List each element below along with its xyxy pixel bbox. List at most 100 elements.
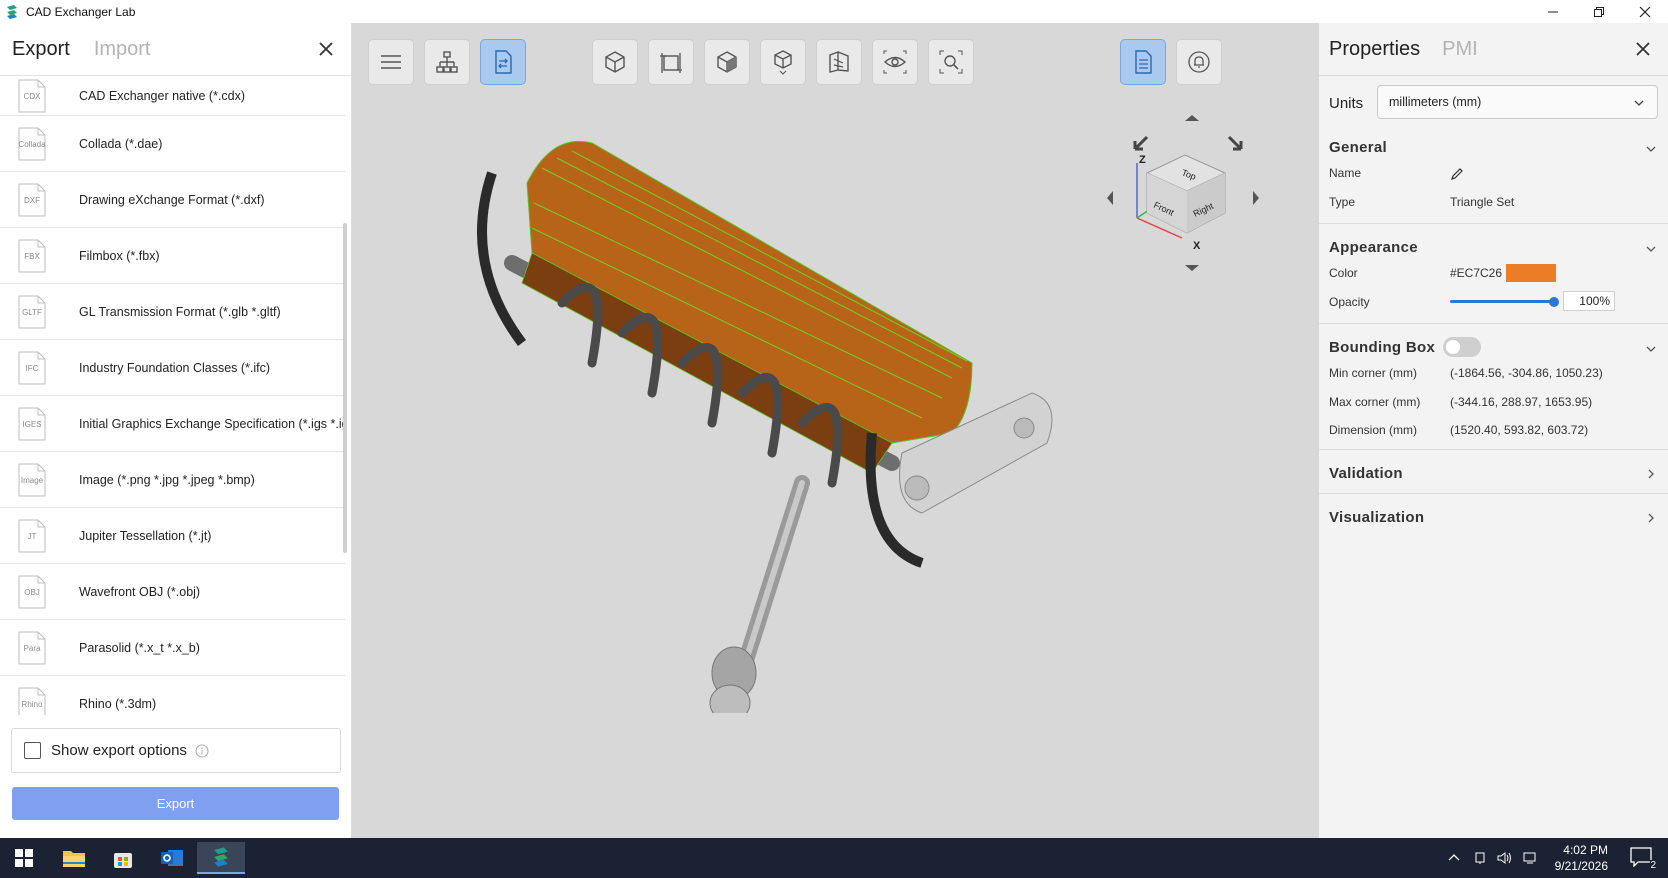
section-view-button[interactable] bbox=[648, 39, 694, 85]
export-file-icon bbox=[495, 50, 512, 74]
meet-icon[interactable] bbox=[1473, 851, 1487, 865]
list-item[interactable]: GLTF GL Transmission Format (*.glb *.glt… bbox=[0, 284, 346, 340]
color-swatch[interactable] bbox=[1506, 264, 1556, 282]
3d-viewport[interactable]: Top Front Right Z X bbox=[352, 23, 1318, 838]
cad-model[interactable] bbox=[472, 113, 1092, 713]
chevron-right-icon[interactable] bbox=[1645, 512, 1657, 524]
chevron-down-icon[interactable] bbox=[1645, 243, 1657, 255]
show-export-options-checkbox[interactable] bbox=[24, 742, 41, 759]
notifications-button[interactable] bbox=[1176, 39, 1222, 85]
taskbar: 4:02 PM 9/21/2026 2 bbox=[0, 838, 1668, 878]
format-list-scrollbar[interactable] bbox=[343, 223, 347, 553]
tab-properties[interactable]: Properties bbox=[1329, 38, 1420, 61]
info-icon[interactable] bbox=[195, 744, 209, 758]
list-item[interactable]: OBJ Wavefront OBJ (*.obj) bbox=[0, 564, 346, 620]
nav-arrow-left-icon[interactable] bbox=[1107, 191, 1113, 205]
taskbar-cad-exchanger[interactable] bbox=[197, 842, 245, 874]
restore-button[interactable] bbox=[1576, 0, 1622, 23]
clock[interactable]: 4:02 PM 9/21/2026 bbox=[1555, 842, 1608, 874]
close-window-button[interactable] bbox=[1622, 0, 1668, 23]
window-title: CAD Exchanger Lab bbox=[26, 4, 136, 19]
visualization-section-header[interactable]: Visualization bbox=[1329, 509, 1424, 526]
list-item[interactable]: Image Image (*.png *.jpg *.jpeg *.bmp) bbox=[0, 452, 346, 508]
chevron-up-icon[interactable] bbox=[1447, 851, 1461, 865]
appearance-section: Appearance Color #EC7C26 Opacity 100% bbox=[1319, 224, 1668, 324]
list-item[interactable]: JT Jupiter Tessellation (*.jt) bbox=[0, 508, 346, 564]
taskbar-outlook[interactable] bbox=[148, 842, 196, 874]
section-plane-icon bbox=[660, 53, 682, 73]
list-item[interactable]: Rhino Rhino (*.3dm) bbox=[0, 676, 346, 715]
display-mode-button[interactable] bbox=[760, 39, 806, 85]
properties-toggle-button[interactable] bbox=[1120, 39, 1166, 85]
nav-arrow-right-icon[interactable] bbox=[1253, 191, 1259, 205]
export-import-tabs: Export Import bbox=[0, 23, 351, 76]
opacity-input[interactable]: 100% bbox=[1563, 291, 1615, 311]
explode-view-button[interactable] bbox=[816, 39, 862, 85]
visualization-section[interactable]: Visualization bbox=[1319, 494, 1668, 538]
cube-shaded-icon bbox=[605, 51, 625, 73]
validation-section-header[interactable]: Validation bbox=[1329, 465, 1403, 482]
list-item[interactable]: IFC Industry Foundation Classes (*.ifc) bbox=[0, 340, 346, 396]
shaded-view-button[interactable] bbox=[592, 39, 638, 85]
close-panel-icon[interactable] bbox=[315, 38, 337, 60]
volume-icon[interactable] bbox=[1497, 851, 1513, 865]
list-item[interactable]: CDX CAD Exchanger native (*.cdx) bbox=[0, 77, 346, 116]
restore-icon bbox=[1594, 6, 1604, 17]
wireframe-view-button[interactable] bbox=[704, 39, 750, 85]
network-icon[interactable] bbox=[1523, 851, 1539, 865]
minimize-button[interactable] bbox=[1530, 0, 1576, 23]
document-icon bbox=[1135, 50, 1152, 74]
start-button[interactable] bbox=[0, 842, 48, 874]
tab-pmi[interactable]: PMI bbox=[1442, 38, 1478, 61]
model-tree-button[interactable] bbox=[424, 39, 470, 85]
nav-arrow-down-icon[interactable] bbox=[1185, 265, 1199, 271]
nav-rotate-right-icon[interactable] bbox=[1227, 135, 1243, 151]
min-corner-value: (-1864.56, -304.86, 1050.23) bbox=[1450, 366, 1603, 380]
list-item[interactable]: Para Parasolid (*.x_t *.x_b) bbox=[0, 620, 346, 676]
file-icon: Para bbox=[18, 631, 46, 665]
close-properties-icon[interactable] bbox=[1632, 38, 1654, 60]
zoom-fit-button[interactable] bbox=[928, 39, 974, 85]
taskbar-file-explorer[interactable] bbox=[50, 842, 98, 874]
list-item[interactable]: FBX Filmbox (*.fbx) bbox=[0, 228, 346, 284]
taskbar-store[interactable] bbox=[99, 842, 147, 874]
bounding-box-section: Bounding Box Min corner (mm) (-1864.56, … bbox=[1319, 324, 1668, 450]
file-icon: IGES bbox=[18, 407, 46, 441]
export-button[interactable]: Export bbox=[12, 787, 339, 820]
nav-arrow-up-icon[interactable] bbox=[1185, 115, 1199, 121]
tab-export[interactable]: Export bbox=[12, 38, 70, 61]
list-item[interactable]: IGES Initial Graphics Exchange Specifica… bbox=[0, 396, 346, 452]
notification-count: 2 bbox=[1650, 860, 1656, 871]
visibility-button[interactable] bbox=[872, 39, 918, 85]
units-select[interactable]: millimeters (mm) bbox=[1377, 85, 1658, 119]
opacity-slider[interactable] bbox=[1450, 300, 1554, 303]
chevron-down-icon[interactable] bbox=[1645, 143, 1657, 155]
type-value: Triangle Set bbox=[1450, 195, 1515, 209]
export-toggle-button[interactable] bbox=[480, 39, 526, 85]
title-bar: CAD Exchanger Lab bbox=[0, 0, 1668, 23]
color-hex-value: #EC7C26 bbox=[1450, 266, 1503, 280]
properties-pmi-tabs: Properties PMI bbox=[1319, 23, 1668, 76]
list-item[interactable]: Collada Collada (*.dae) bbox=[0, 116, 346, 172]
notification-center-button[interactable]: 2 bbox=[1630, 847, 1656, 871]
file-icon: Collada bbox=[18, 127, 46, 161]
list-item[interactable]: DXF Drawing eXchange Format (*.dxf) bbox=[0, 172, 346, 228]
mail-icon bbox=[161, 850, 183, 866]
validation-section[interactable]: Validation bbox=[1319, 450, 1668, 494]
chevron-down-icon[interactable] bbox=[1645, 343, 1657, 355]
nav-rotate-left-icon[interactable] bbox=[1133, 135, 1149, 151]
close-icon bbox=[1639, 6, 1651, 17]
general-section-header[interactable]: General bbox=[1329, 139, 1387, 156]
cad-exchanger-icon bbox=[214, 847, 228, 867]
appearance-section-header[interactable]: Appearance bbox=[1329, 239, 1418, 256]
bounding-box-toggle[interactable] bbox=[1443, 337, 1481, 357]
file-icon: DXF bbox=[18, 183, 46, 217]
chevron-right-icon[interactable] bbox=[1645, 468, 1657, 480]
opacity-slider-handle[interactable] bbox=[1549, 297, 1559, 307]
tab-import[interactable]: Import bbox=[94, 38, 151, 61]
navigation-cube[interactable]: Top Front Right Z X bbox=[1107, 113, 1277, 303]
menu-button[interactable] bbox=[368, 39, 414, 85]
edit-pencil-icon[interactable] bbox=[1450, 167, 1464, 181]
minimize-icon bbox=[1548, 11, 1558, 12]
bounding-box-section-header[interactable]: Bounding Box bbox=[1329, 339, 1435, 356]
